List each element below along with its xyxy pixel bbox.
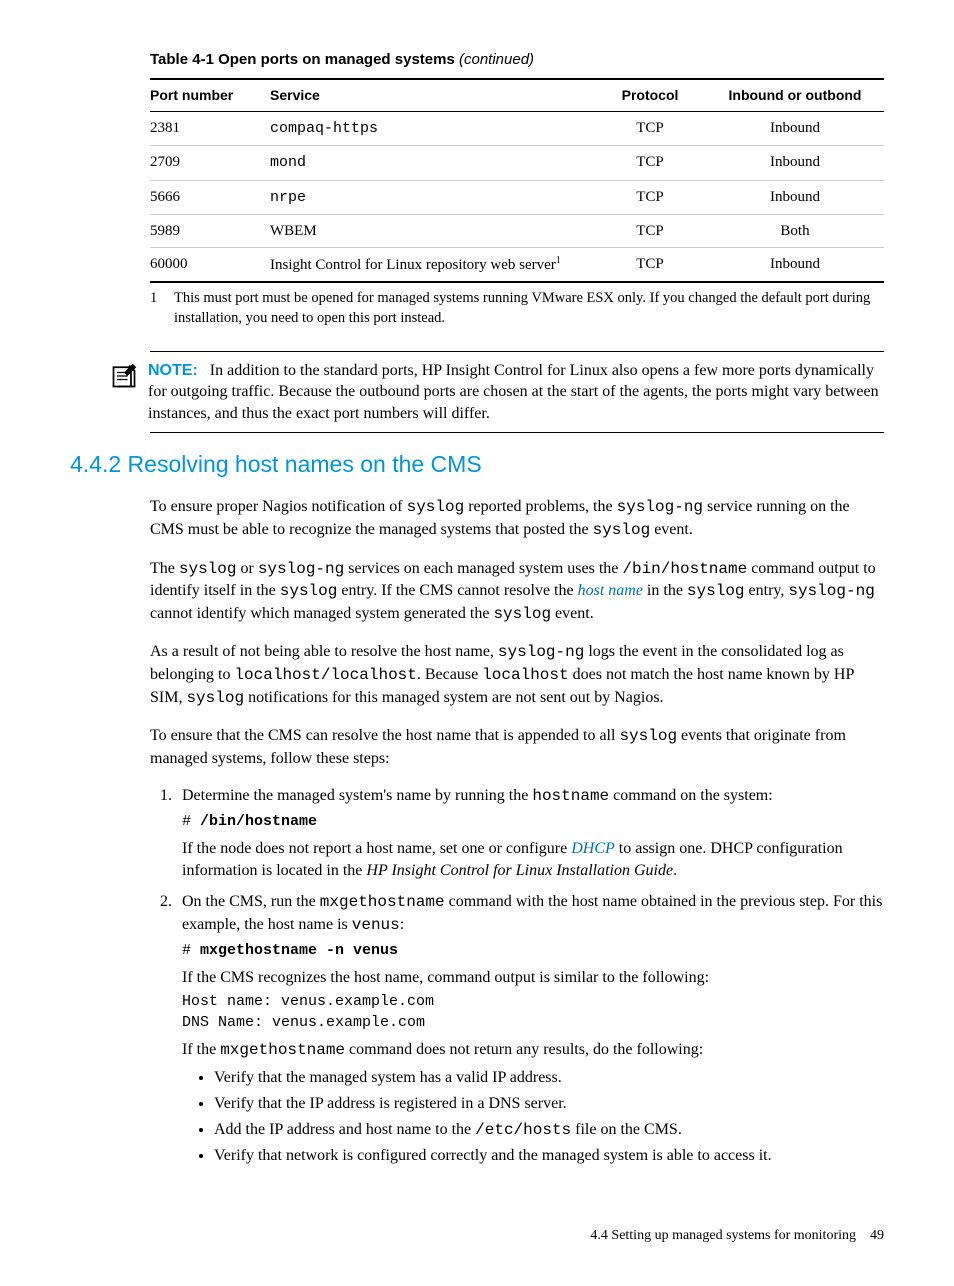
list-item: Verify that network is configured correc…	[214, 1145, 884, 1167]
cell-protocol: TCP	[594, 180, 714, 214]
th-io: Inbound or outbond	[714, 79, 884, 111]
note-block: NOTE:In addition to the standard ports, …	[150, 351, 884, 434]
table-row: 2709 mond TCP Inbound	[150, 146, 884, 180]
note-content: NOTE:In addition to the standard ports, …	[148, 360, 884, 425]
table-row: 5666 nrpe TCP Inbound	[150, 180, 884, 214]
cell-protocol: TCP	[594, 112, 714, 146]
list-item: Verify that the managed system has a val…	[214, 1067, 884, 1089]
footnote-text: This must port must be opened for manage…	[174, 289, 884, 328]
cell-service: mond	[270, 146, 594, 180]
cell-port: 2381	[150, 112, 270, 146]
list-item: Add the IP address and host name to the …	[214, 1119, 884, 1142]
paragraph: To ensure that the CMS can resolve the h…	[150, 725, 884, 769]
cell-io: Inbound	[714, 146, 884, 180]
bullet-list: Verify that the managed system has a val…	[182, 1067, 884, 1166]
note-text: In addition to the standard ports, HP In…	[148, 362, 879, 422]
step-text: If the mxgethostname command does not re…	[182, 1039, 884, 1062]
cell-port: 60000	[150, 248, 270, 283]
step-intro: On the CMS, run the mxgethostname comman…	[182, 891, 884, 936]
table-caption: Table 4-1 Open ports on managed systems …	[150, 50, 884, 70]
step-intro: Determine the managed system's name by r…	[182, 785, 884, 808]
cell-protocol: TCP	[594, 214, 714, 247]
cell-port: 5989	[150, 214, 270, 247]
cell-service: Insight Control for Linux repository web…	[270, 248, 594, 283]
table-row: 5989 WBEM TCP Both	[150, 214, 884, 247]
paragraph: As a result of not being able to resolve…	[150, 641, 884, 709]
paragraph: To ensure proper Nagios notification of …	[150, 496, 884, 541]
glossary-link-dhcp[interactable]: DHCP	[571, 840, 615, 857]
note-icon	[110, 362, 138, 390]
list-item: Verify that the IP address is registered…	[214, 1093, 884, 1115]
th-service: Service	[270, 79, 594, 111]
cell-service: nrpe	[270, 180, 594, 214]
table-header-row: Port number Service Protocol Inbound or …	[150, 79, 884, 111]
ports-table: Port number Service Protocol Inbound or …	[150, 78, 884, 283]
step-item: On the CMS, run the mxgethostname comman…	[176, 891, 884, 1167]
cell-service: compaq-https	[270, 112, 594, 146]
table-footnote: 1 This must port must be opened for mana…	[150, 283, 884, 338]
cell-io: Inbound	[714, 112, 884, 146]
table-caption-main: Table 4-1 Open ports on managed systems	[150, 51, 459, 68]
command-line: # mxgethostname -n venus	[182, 941, 884, 961]
cell-io: Inbound	[714, 248, 884, 283]
footnote-num: 1	[150, 289, 174, 328]
steps-list: Determine the managed system's name by r…	[150, 785, 884, 1167]
footnote-ref: 1	[556, 255, 561, 266]
cell-protocol: TCP	[594, 146, 714, 180]
table-caption-suffix: (continued)	[459, 51, 534, 68]
page-footer: 4.4 Setting up managed systems for monit…	[70, 1227, 884, 1246]
cell-port: 5666	[150, 180, 270, 214]
footer-page-number: 49	[870, 1228, 884, 1243]
command-output: Host name: venus.example.com DNS Name: v…	[182, 992, 884, 1033]
cell-port: 2709	[150, 146, 270, 180]
command-line: # /bin/hostname	[182, 812, 884, 832]
glossary-link-host-name[interactable]: host name	[578, 582, 643, 599]
cell-io: Both	[714, 214, 884, 247]
th-protocol: Protocol	[594, 79, 714, 111]
paragraph: The syslog or syslog-ng services on each…	[150, 558, 884, 626]
step-item: Determine the managed system's name by r…	[176, 785, 884, 881]
step-after: If the node does not report a host name,…	[182, 838, 884, 881]
note-label: NOTE:	[148, 362, 198, 379]
cell-protocol: TCP	[594, 248, 714, 283]
cell-service: WBEM	[270, 214, 594, 247]
table-row: 60000 Insight Control for Linux reposito…	[150, 248, 884, 283]
step-text: If the CMS recognizes the host name, com…	[182, 967, 884, 989]
table-row: 2381 compaq-https TCP Inbound	[150, 112, 884, 146]
cell-io: Inbound	[714, 180, 884, 214]
section-heading: 4.4.2 Resolving host names on the CMS	[70, 449, 884, 480]
th-port: Port number	[150, 79, 270, 111]
footer-section: 4.4 Setting up managed systems for monit…	[590, 1228, 856, 1243]
